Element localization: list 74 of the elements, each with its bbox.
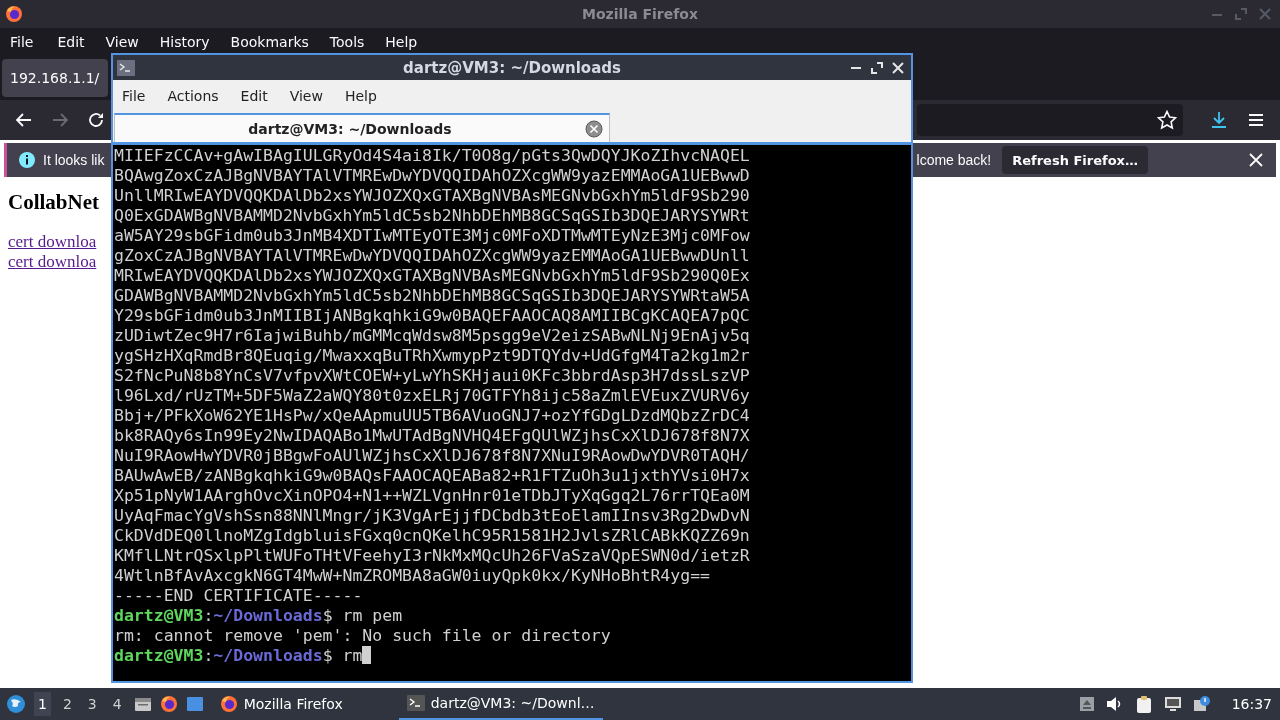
workspace-button[interactable]: 2: [58, 692, 76, 716]
firefox-icon[interactable]: [159, 695, 178, 713]
menu-item[interactable]: Bookmarks: [230, 33, 320, 50]
window-title: Mozilla Firefox: [582, 6, 698, 22]
menu-item[interactable]: History: [159, 33, 221, 50]
page-link[interactable]: cert downloa: [8, 252, 97, 272]
terminal-line: MRIwEAYDVQQKDAlDb2xsYWJOZXQxGTAXBgNVBAsMEGNvbGxhYm5ldF9Sb290Q0Ex: [114, 266, 751, 286]
terminal-line: dartz@VM3:~/Downloads$ rm pem: [114, 606, 404, 626]
terminal-line: -----END CERTIFICATE-----: [114, 586, 364, 606]
menu-item[interactable]: File: [122, 88, 146, 104]
terminal-line: KMflLNtrQSxlpPltWUFoTHtVFeehyI3rNkMxMQcUh26FVaSzaVQpESWN0d/ietzR: [114, 546, 751, 566]
terminal-line: 4WtlnBfAvAxcgkN6GT4MwW+NmZROMBA8aGW0iuyQpk0kx/KyNHoBhtR4yg==: [114, 566, 712, 586]
terminal-line: l96Lxd/rUzTM+5DF5WaZ2aWQY80t0zxELRj70GTFYh8ijc58aZmlEVEuxZVURV6y: [114, 386, 751, 406]
clock[interactable]: 16:37: [1231, 696, 1272, 712]
menu-item[interactable]: Actions: [167, 88, 219, 104]
terminal-tab[interactable]: dartz@VM3: ~/Downloads: [114, 113, 610, 142]
terminal-line: CkDVdDEQ0llnoMZgIdgbluisFGxq0cnQKelhC95R1581H2JvlsZRlCABkKQZZ69n: [114, 526, 751, 546]
back-icon[interactable]: [15, 111, 33, 129]
info-icon: [18, 151, 36, 169]
notification-icon[interactable]: [1192, 696, 1211, 712]
firefox-icon: [5, 5, 23, 23]
terminal-line: ygSHzHXqRmdBr8QEuqig/MwaxxqBuTRhXwmypPzt9DTQYdv+UdGfgM4Ta2kg1m2r: [114, 346, 751, 366]
terminal-line: Bbj+/PFkXoW62YE1HsPw/xQeAApmuUU5TB6AVuoGNJ7+ozYfGDgLDzdMQbzZrDC4: [114, 406, 751, 426]
workspace-button[interactable]: 4: [108, 692, 126, 716]
taskbar-task[interactable]: Mozilla Firefox: [211, 688, 351, 720]
terminal-line: Y29sbGFidm0ub3JnMIIBIjANBgkqhkiG9w0BAQEFAAOCAQ8AMIIBCgKCAQEA7pQC: [114, 306, 751, 326]
menu-icon[interactable]: [1247, 111, 1265, 129]
eject-icon[interactable]: [1078, 696, 1095, 712]
start-menu-icon[interactable]: [6, 694, 26, 714]
terminal-line: gZoxCzAJBgNVBAYTAlVTMREwDwYDVQQIDAhOZXcgWW9yazEMMAoGA1UEBwwDUnll: [114, 246, 751, 266]
terminal-icon: [406, 695, 425, 711]
terminal-icon: [117, 59, 135, 76]
terminal-line: GDAWBgNVBAMMD2NvbGxhYm5ldC5sb2NhbDEhMB8GCSqGSIb3DQEJARYSYWRtaW5A: [114, 286, 751, 306]
menu-item[interactable]: Edit: [57, 33, 96, 50]
terminal-line: Q0ExGDAWBgNVBAMMD2NvbGxhYm5ldC5sb2NhbDEhMB8GCSqGSIb3DQEJARYSYWRt: [114, 206, 751, 226]
menu-item[interactable]: Edit: [240, 88, 268, 104]
terminal-line: Xp51pNyW1AArghOvcXinOPO4+N1++WZLVgnHnr01eTDbJTyXqGgq2L76rrTQEa0M: [114, 486, 751, 506]
menu-item[interactable]: View: [289, 88, 323, 104]
menu-item[interactable]: Help: [344, 88, 377, 104]
menu-item[interactable]: File: [10, 33, 45, 50]
terminal-line: dartz@VM3:~/Downloads$ rm: [114, 646, 911, 666]
terminal-line: UnllMRIwEAYDVQQKDAlDb2xsYWJOZXQxGTAXBgNVBAsMEGNvbGxhYm5ldF9Sb290: [114, 186, 751, 206]
menu-item[interactable]: Tools: [329, 33, 376, 50]
file-manager-icon[interactable]: [133, 695, 152, 713]
workspace-button[interactable]: 1: [34, 692, 51, 716]
window-icon[interactable]: [185, 695, 204, 713]
taskbar-task[interactable]: dartz@VM3: ~/Downl…: [398, 688, 603, 720]
download-icon[interactable]: [1209, 110, 1229, 130]
refresh-button[interactable]: Refresh Firefox…: [1002, 146, 1148, 174]
menu-item[interactable]: View: [105, 33, 150, 50]
browser-tab[interactable]: 192.168.1.1/: [2, 58, 108, 97]
terminal-line: S2fNcPuN8b8YnCsV7vfpvXWtCOEW+yLwYhSKHjaui0KFc3bbrdAsp3H7dssLszVP: [114, 366, 751, 386]
terminal-line: aW5AY29sbGFidm0ub3JnMB4XDTIwMTEyOTE3Mjc0MFoXDTMwMTEyNzE3Mjc0MFow: [114, 226, 751, 246]
firefox-icon: [219, 695, 238, 713]
terminal-line: BAUwAwEB/zANBgkqhkiG9w0BAQsFAAOCAQEABa82+R1FTZuOh3u1jxthYVsi0H7x: [114, 466, 751, 486]
page-heading: CollabNet: [8, 190, 99, 215]
terminal-line: zUDiwtZec9H7r6IajwiBuhb/mGMMcqWdsw8M5psgg9eV2eizSABwNLNj9EnAjv5q: [114, 326, 751, 346]
notification-text: lcome back!: [916, 152, 992, 168]
terminal-line: bk8RAQy6sIn99Ey2NwIDAQABo1MwUTAdBgNVHQ4EFgQUlWZjhsCxXlDJ678f8N7X: [114, 426, 751, 446]
display-icon[interactable]: [1163, 696, 1182, 712]
star-icon[interactable]: [1157, 110, 1177, 130]
terminal-line: NuI9RAowHwYDVR0jBBgwFoAUlWZjhsCxXlDJ678f8N7XNuI9RAowDwYDVR0TAQH/: [114, 446, 751, 466]
menu-item[interactable]: Help: [385, 33, 429, 50]
workspace-button[interactable]: 3: [83, 692, 101, 716]
page-link[interactable]: cert downloa: [8, 232, 97, 252]
clipboard-icon[interactable]: [1134, 695, 1153, 713]
terminal-line: rm: cannot remove 'pem': No such file or directory: [114, 626, 612, 646]
terminal-line: MIIEFzCCAv+gAwIBAgIULGRyOd4S4ai8Ik/T0O8g/pGts3QwDQYJKoZIhvcNAQEL: [114, 146, 751, 166]
reload-icon[interactable]: [87, 111, 105, 129]
terminal-line: BQAwgZoxCzAJBgNVBAYTAlVTMREwDwYDVQQIDAhOZXcgWW9yazEMMAoGA1UEBwwD: [114, 166, 751, 186]
close-tab-icon[interactable]: [585, 119, 603, 138]
window-title: dartz@VM3: ~/Downloads: [403, 58, 621, 77]
notification-text: It looks lik: [43, 152, 105, 168]
terminal-line: UyAqFmacYgVshSsn88NNlMngr/jK3VgArEjjfDCbdb3tEoElamIInsv3Rg2DwDvN: [114, 506, 751, 526]
